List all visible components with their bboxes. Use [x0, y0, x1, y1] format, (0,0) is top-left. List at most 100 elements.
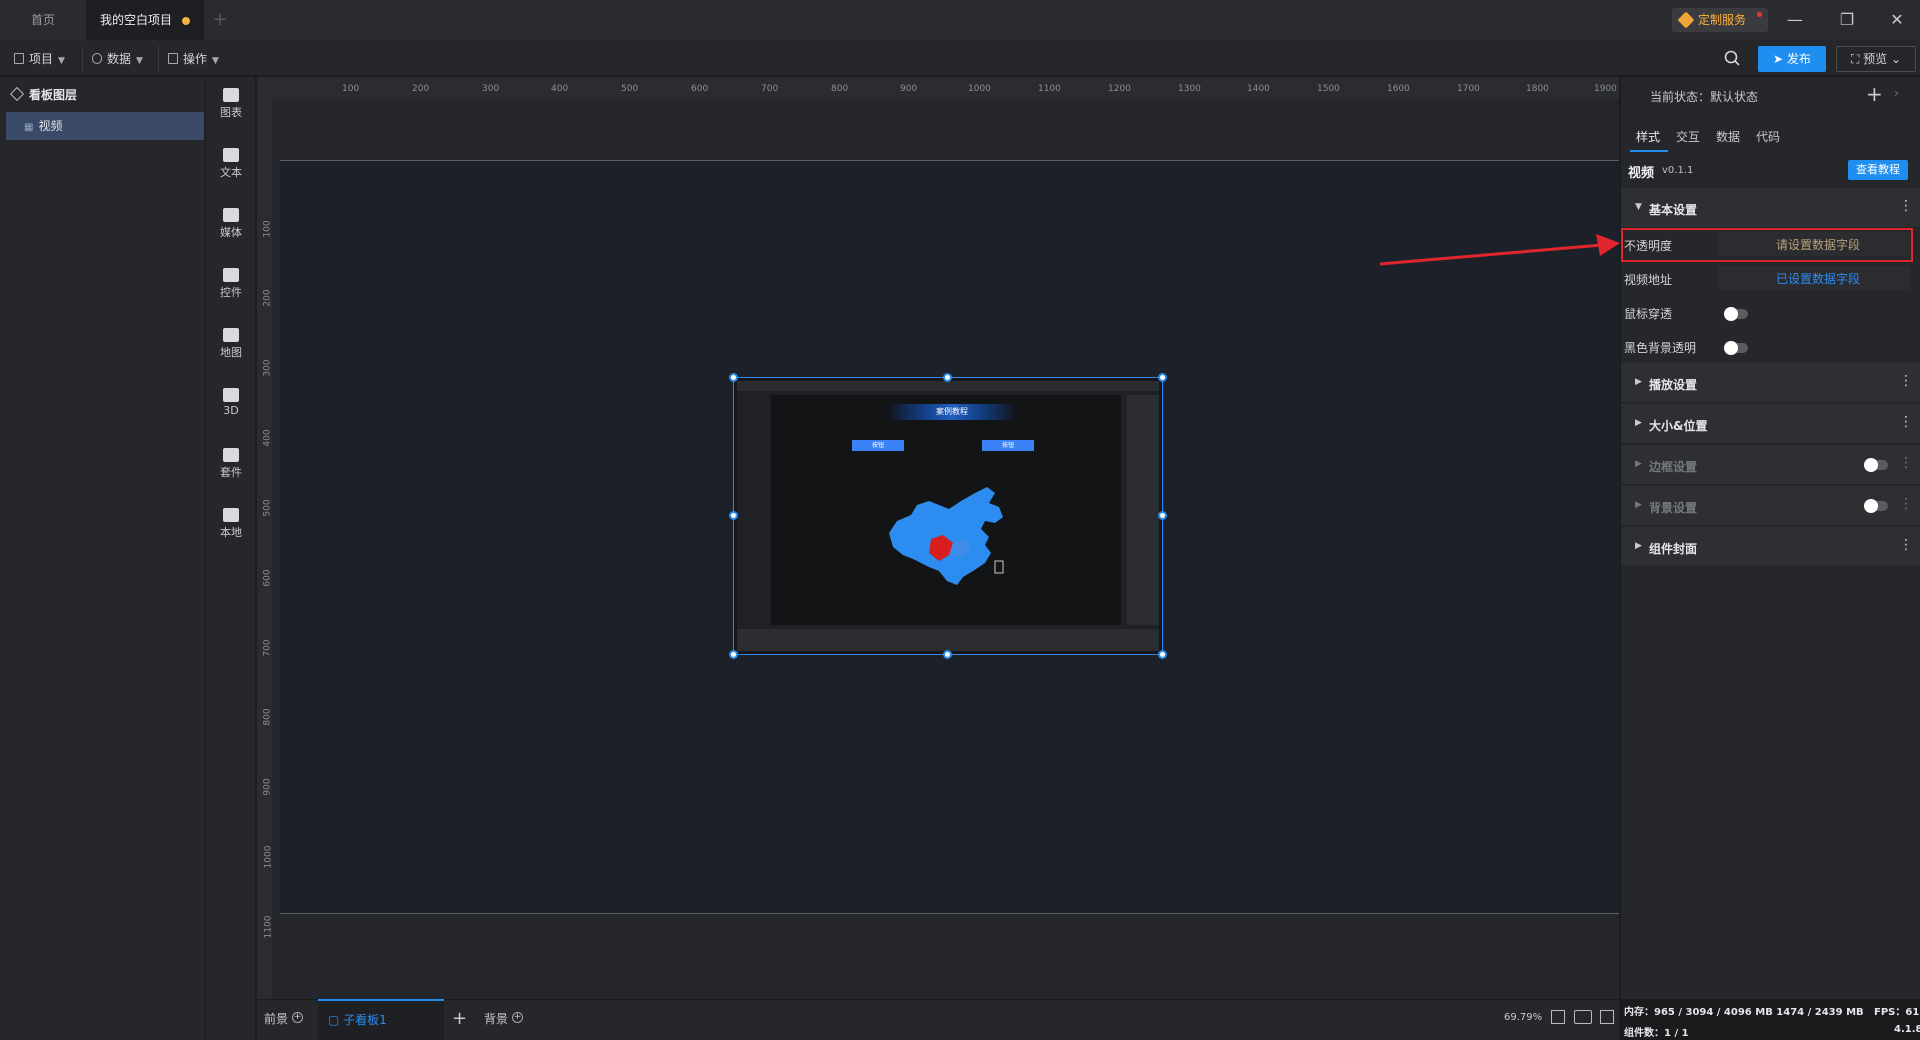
tab-my-blank-project[interactable]: 我的空白项目	[86, 0, 204, 40]
component-widget[interactable]: 控件	[206, 268, 256, 300]
tab-style[interactable]: 样式	[1636, 128, 1660, 145]
resize-handle[interactable]	[1158, 511, 1167, 520]
resize-handle[interactable]	[729, 373, 738, 382]
more-icon[interactable]: ⋮	[1899, 373, 1913, 389]
more-icon[interactable]: ⋮	[1899, 537, 1913, 553]
preview-banner: 案例教程	[887, 404, 1017, 420]
highlight-box	[1621, 228, 1913, 262]
tab-interaction[interactable]: 交互	[1676, 128, 1700, 145]
keyboard-icon[interactable]	[1574, 1010, 1592, 1024]
more-icon[interactable]: ⋮	[1899, 496, 1913, 512]
menu-data-label: 数据	[107, 52, 132, 66]
ruler-tick: 1800	[1526, 84, 1549, 94]
china-map-image	[889, 487, 1004, 585]
more-icon[interactable]: ⋮	[1899, 414, 1913, 430]
terminal-icon[interactable]	[1600, 1010, 1614, 1024]
resize-handle[interactable]	[943, 650, 952, 659]
tab-foreground[interactable]: 前景 +	[264, 1010, 304, 1027]
component-label: 文本	[220, 166, 242, 179]
section-play[interactable]: ▶ 播放设置 ⋮	[1621, 363, 1920, 403]
component-chart[interactable]: 图表	[206, 88, 256, 120]
add-circle-icon[interactable]: +	[512, 1012, 524, 1023]
restore-icon[interactable]: ❐	[1824, 0, 1870, 40]
add-tab-icon[interactable]: +	[210, 0, 230, 40]
ruler-tick: 100	[342, 84, 360, 94]
video-url-label: 视频地址	[1624, 273, 1673, 287]
resize-handle[interactable]	[1158, 373, 1167, 382]
tab-sub-board[interactable]: ▢ 子看板1	[318, 999, 444, 1040]
chevron-right-icon[interactable]: ›	[1894, 86, 1899, 100]
component-local[interactable]: 本地	[206, 508, 256, 540]
more-icon[interactable]: ⋮	[1899, 455, 1913, 471]
minimize-icon[interactable]: —	[1772, 0, 1818, 40]
add-state-icon[interactable]: +	[1866, 82, 1883, 106]
component-label: 地图	[220, 346, 242, 359]
component-label: 3D	[223, 404, 239, 417]
chart-icon	[223, 88, 239, 102]
tab-data[interactable]: 数据	[1716, 128, 1740, 145]
app-version: 4.1.8	[1894, 1024, 1920, 1035]
zoom-level[interactable]: 69.79%	[1504, 1012, 1542, 1023]
fps-stats: FPS：61	[1874, 1007, 1920, 1018]
chevron-down-icon: ▼	[136, 56, 143, 66]
search-icon[interactable]	[1724, 50, 1740, 66]
add-board-icon[interactable]: +	[452, 1008, 467, 1029]
black-bg-transparent-label: 黑色背景透明	[1624, 341, 1697, 355]
component-text[interactable]: 文本	[206, 148, 256, 180]
ruler-tick: 600	[691, 84, 709, 94]
preview-right-panel	[1127, 395, 1159, 625]
tab-home[interactable]: 首页	[0, 0, 86, 40]
preview-button[interactable]: ⛶ 预览 ⌄	[1836, 46, 1916, 72]
ruler-tick: 1900	[1594, 84, 1617, 94]
preview-button-label: 按钮	[871, 442, 884, 449]
more-icon[interactable]: ⋮	[1899, 198, 1913, 214]
component-3d[interactable]: 3D	[206, 388, 256, 417]
background-toggle[interactable]	[1864, 499, 1888, 513]
component-map[interactable]: 地图	[206, 328, 256, 360]
tab-code[interactable]: 代码	[1756, 128, 1780, 145]
component-suite[interactable]: 套件	[206, 448, 256, 480]
ruler-tick: 300	[482, 84, 500, 94]
section-basic[interactable]: ▼ 基本设置 ⋮	[1621, 188, 1920, 228]
menu-data[interactable]: 数据 ▼	[92, 48, 143, 70]
layer-title-label: 看板图层	[29, 88, 78, 102]
component-label: 套件	[220, 466, 242, 479]
publish-button[interactable]: ➤ 发布	[1758, 46, 1826, 72]
section-background[interactable]: ▶ 背景设置 ⋮	[1621, 486, 1920, 526]
border-toggle[interactable]	[1864, 458, 1888, 472]
section-cover[interactable]: ▶ 组件封面 ⋮	[1621, 527, 1920, 567]
menu-project[interactable]: 项目 ▼	[14, 48, 65, 70]
preview-button-label: 按钮	[1001, 442, 1014, 449]
chevron-down-icon: ▼	[212, 56, 219, 66]
resize-handle[interactable]	[943, 373, 952, 382]
tab-sub-board-label: 子看板1	[343, 1013, 387, 1027]
layer-item-video[interactable]: ▦ 视频	[6, 112, 204, 140]
add-circle-icon[interactable]: +	[292, 1012, 304, 1023]
black-bg-transparent-toggle[interactable]	[1724, 341, 1748, 355]
ruler-tick: 700	[761, 84, 779, 94]
resize-handle[interactable]	[729, 650, 738, 659]
view-tutorial-button[interactable]: 查看教程	[1848, 160, 1908, 180]
video-url-field[interactable]: 已设置数据字段	[1718, 266, 1910, 290]
text-icon	[223, 148, 239, 162]
menu-operations[interactable]: 操作 ▼	[168, 48, 219, 70]
ruler-corner	[257, 77, 272, 99]
ruler-tick: 800	[262, 708, 273, 726]
ruler-tick: 1000	[263, 845, 274, 869]
section-size-position[interactable]: ▶ 大小&位置 ⋮	[1621, 404, 1920, 444]
preview-topbar	[737, 381, 1159, 391]
custom-service-button[interactable]: 定制服务	[1672, 8, 1768, 32]
tab-background[interactable]: 背景 +	[484, 1010, 524, 1027]
current-state[interactable]: 当前状态：默认状态	[1650, 88, 1758, 105]
fit-screen-icon[interactable]	[1551, 1010, 1565, 1024]
resize-handle[interactable]	[1158, 650, 1167, 659]
mouse-through-toggle[interactable]	[1724, 307, 1748, 321]
cube-icon	[223, 388, 239, 402]
resize-handle[interactable]	[729, 511, 738, 520]
ruler-left: 100 200 300 400 500 600 700 800 900 1000…	[257, 99, 274, 999]
close-icon[interactable]: ✕	[1874, 0, 1920, 40]
unsaved-dot	[182, 16, 190, 25]
component-media[interactable]: 媒体	[206, 208, 256, 240]
section-border[interactable]: ▶ 边框设置 ⋮	[1621, 445, 1920, 485]
menu-ops-label: 操作	[183, 52, 208, 66]
